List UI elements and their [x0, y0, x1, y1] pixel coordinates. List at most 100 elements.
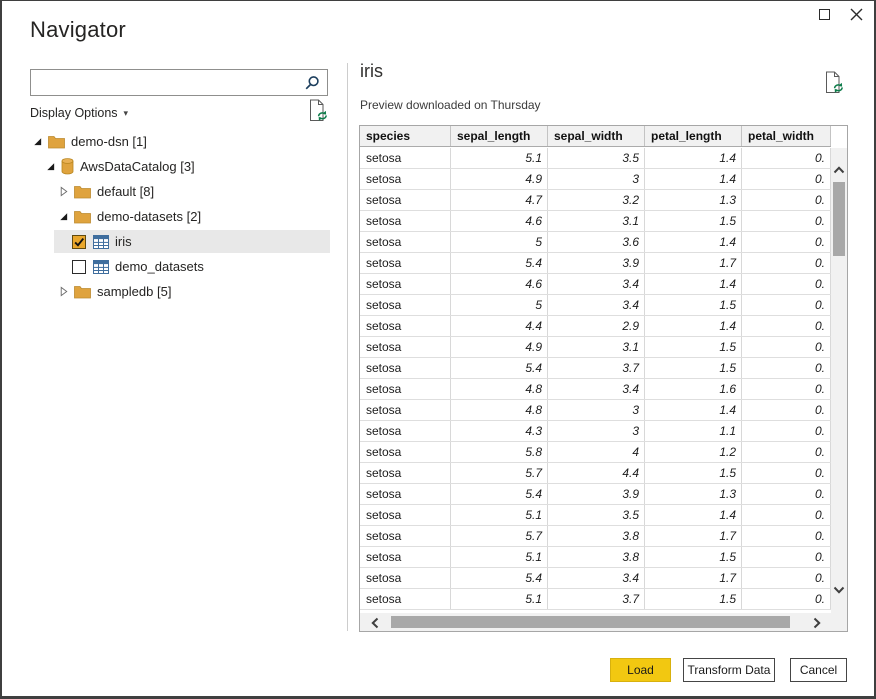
table-cell: 3.9 — [548, 253, 645, 273]
table-cell: 4.9 — [451, 169, 548, 189]
table-cell: 2.9 — [548, 316, 645, 336]
table-cell: 3 — [548, 400, 645, 420]
tree-item-sampledb[interactable]: sampledb [5] — [30, 279, 330, 304]
table-cell: 0. — [742, 421, 831, 441]
display-options-dropdown[interactable]: Display Options ▾ — [30, 106, 128, 120]
folder-icon — [74, 285, 91, 299]
table-cell: 5.1 — [451, 148, 548, 168]
table-cell: 0. — [742, 568, 831, 588]
table-cell: 1.6 — [645, 379, 742, 399]
table-cell: 1.3 — [645, 190, 742, 210]
tree-item-demo_datasets[interactable]: demo_datasets — [30, 254, 330, 279]
column-header-petal_width: petal_width — [742, 126, 831, 146]
vertical-scrollbar[interactable] — [831, 148, 847, 613]
table-cell: setosa — [360, 358, 451, 378]
tree-item-label: sampledb [5] — [97, 284, 171, 299]
table-body: setosa5.13.51.40.setosa4.931.40.setosa4.… — [360, 148, 831, 613]
tree-item-default[interactable]: default [8] — [30, 179, 330, 204]
tree-item-label: demo-datasets [2] — [97, 209, 201, 224]
close-button[interactable] — [845, 4, 867, 24]
table-cell: 1.5 — [645, 589, 742, 609]
table-cell: 3.5 — [548, 505, 645, 525]
tree-item-content: sampledb [5] — [56, 280, 330, 303]
tree-indent — [30, 166, 43, 167]
tree-item-demo-dsn[interactable]: demo-dsn [1] — [30, 129, 330, 154]
table-cell: 1.5 — [645, 211, 742, 231]
expander-expanded-icon[interactable] — [45, 161, 61, 172]
folder-icon — [74, 185, 91, 199]
database-icon — [61, 158, 74, 175]
table-row: setosa5.73.81.70. — [360, 526, 831, 547]
table-row: setosa4.931.40. — [360, 169, 831, 190]
navigator-tree: demo-dsn [1]AwsDataCatalog [3]default [8… — [30, 129, 330, 304]
checkbox-unchecked[interactable] — [72, 260, 86, 274]
table-cell: 0. — [742, 337, 831, 357]
tree-item-awsdatacatalog[interactable]: AwsDataCatalog [3] — [30, 154, 330, 179]
table-cell: setosa — [360, 211, 451, 231]
table-row: setosa5.13.51.40. — [360, 148, 831, 169]
table-cell: 3.4 — [548, 274, 645, 294]
folder-icon — [74, 210, 91, 224]
table-cell: 5.1 — [451, 505, 548, 525]
table-cell: 5.1 — [451, 547, 548, 567]
search-icon[interactable] — [300, 75, 327, 91]
table-cell: 3.7 — [548, 358, 645, 378]
table-row: setosa53.61.40. — [360, 232, 831, 253]
table-cell: setosa — [360, 568, 451, 588]
table-row: setosa5.13.81.50. — [360, 547, 831, 568]
tree-item-content: AwsDataCatalog [3] — [43, 155, 330, 178]
scroll-down-icon[interactable] — [833, 581, 845, 599]
tree-item-content: iris — [54, 230, 330, 253]
table-cell: setosa — [360, 232, 451, 252]
vertical-scroll-thumb[interactable] — [833, 182, 845, 256]
column-header-petal_length: petal_length — [645, 126, 742, 146]
table-row: setosa5.74.41.50. — [360, 463, 831, 484]
table-row: setosa4.83.41.60. — [360, 379, 831, 400]
display-options-label: Display Options — [30, 106, 118, 120]
table-cell: 5.7 — [451, 526, 548, 546]
table-cell: 0. — [742, 169, 831, 189]
table-cell: 0. — [742, 400, 831, 420]
navigator-dialog: Navigator Display Options ▾ demo-ds — [0, 0, 876, 699]
table-cell: 1.3 — [645, 484, 742, 504]
transform-data-button[interactable]: Transform Data — [683, 658, 775, 682]
expander-collapsed-icon[interactable] — [58, 286, 74, 297]
table-cell: 0. — [742, 442, 831, 462]
table-cell: setosa — [360, 337, 451, 357]
refresh-preview-icon[interactable] — [825, 71, 844, 99]
table-cell: 0. — [742, 526, 831, 546]
maximize-button[interactable] — [813, 4, 835, 24]
scroll-left-icon[interactable] — [371, 616, 379, 634]
expander-expanded-icon[interactable] — [32, 136, 48, 147]
column-header-species: species — [360, 126, 451, 146]
table-cell: setosa — [360, 316, 451, 336]
load-button[interactable]: Load — [610, 658, 671, 682]
table-row: setosa4.63.41.40. — [360, 274, 831, 295]
scroll-up-icon[interactable] — [833, 161, 845, 179]
scroll-right-icon[interactable] — [813, 616, 821, 634]
table-cell: 5.4 — [451, 358, 548, 378]
table-cell: setosa — [360, 505, 451, 525]
table-row: setosa5.43.91.30. — [360, 484, 831, 505]
horizontal-scrollbar[interactable] — [360, 613, 831, 631]
table-cell: setosa — [360, 547, 451, 567]
tree-item-demo-datasets[interactable]: demo-datasets [2] — [30, 204, 330, 229]
cancel-button[interactable]: Cancel — [790, 658, 847, 682]
tree-item-iris[interactable]: iris — [30, 229, 330, 254]
refresh-tree-icon[interactable] — [309, 99, 328, 127]
expander-expanded-icon[interactable] — [58, 211, 74, 222]
expander-collapsed-icon[interactable] — [58, 186, 74, 197]
checkbox-checked[interactable] — [72, 235, 86, 249]
column-header-sepal_width: sepal_width — [548, 126, 645, 146]
table-cell: 0. — [742, 253, 831, 273]
table-cell: setosa — [360, 589, 451, 609]
table-cell: 5.8 — [451, 442, 548, 462]
table-cell: 0. — [742, 547, 831, 567]
table-cell: 3 — [548, 421, 645, 441]
search-input[interactable] — [31, 70, 300, 95]
table-row: setosa5.43.71.50. — [360, 358, 831, 379]
horizontal-scroll-thumb[interactable] — [391, 616, 790, 628]
tree-indent — [30, 191, 56, 192]
table-cell: 5 — [451, 295, 548, 315]
table-cell: 3.8 — [548, 547, 645, 567]
